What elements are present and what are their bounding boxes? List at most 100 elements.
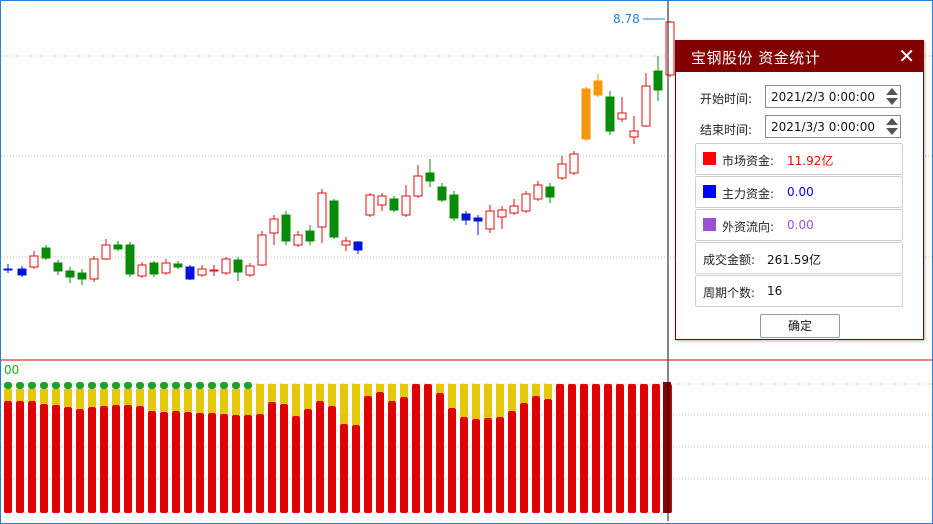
- fund-bar-yellow: [400, 384, 408, 397]
- candle-down: [53, 262, 63, 272]
- candle-up: [521, 193, 531, 212]
- end-time-spinner[interactable]: [885, 117, 899, 136]
- candle-blue: [473, 217, 483, 222]
- market-funds-label: 市场资金:: [722, 154, 775, 168]
- fund-bar-red: [544, 399, 552, 513]
- period-count-label: 周期个数:: [703, 286, 756, 300]
- fund-bar-red: [268, 402, 276, 513]
- fund-bar-red: [112, 405, 120, 513]
- candle-up: [293, 234, 303, 246]
- candle-up: [29, 255, 39, 268]
- foreign-funds-box: 外资流向: 0.00: [695, 209, 903, 241]
- close-icon[interactable]: ✕: [898, 43, 915, 69]
- candle-up: [269, 218, 279, 234]
- fund-bar-yellow: [244, 389, 252, 415]
- fund-bar-green: [172, 382, 180, 389]
- fund-bar-yellow: [460, 384, 468, 417]
- candle-down: [77, 272, 87, 280]
- candle-down: [329, 200, 339, 238]
- fund-bar-yellow: [520, 384, 528, 403]
- fund-bar-green: [232, 382, 240, 389]
- fund-bar-red: [352, 425, 360, 513]
- end-time-field[interactable]: 2021/3/3 0:00:00: [765, 115, 901, 138]
- fund-bar-yellow: [232, 389, 240, 415]
- fund-bar-red: [376, 392, 384, 513]
- candle-up: [617, 112, 627, 120]
- candle-up: [557, 163, 567, 179]
- candle-down: [437, 186, 447, 201]
- fund-bar-yellow: [4, 389, 12, 401]
- fund-bar-green: [88, 382, 96, 389]
- fund-bar-red: [436, 393, 444, 513]
- candle-down: [149, 262, 159, 275]
- candle-down: [305, 230, 315, 242]
- fund-bar-yellow: [352, 384, 360, 425]
- period-count-box: 周期个数: 16: [695, 275, 903, 307]
- dialog-title: 宝钢股份 资金统计: [691, 49, 821, 67]
- candle-orange: [593, 80, 603, 96]
- candle-up: [533, 184, 543, 200]
- start-time-field[interactable]: 2021/2/3 0:00:00: [765, 85, 901, 108]
- foreign-funds-label: 外资流向:: [722, 220, 775, 234]
- fund-bar-yellow: [148, 389, 156, 411]
- fund-bar-green: [4, 382, 12, 389]
- spin-down-icon[interactable]: [886, 128, 898, 135]
- fund-bar-yellow: [40, 389, 48, 404]
- foreign-funds-value: 0.00: [787, 218, 814, 232]
- fund-bar-red: [340, 424, 348, 513]
- candle-up: [413, 175, 423, 197]
- fund-bar-yellow: [136, 389, 144, 406]
- fund-bar-yellow: [160, 389, 168, 412]
- candle-up: [377, 195, 387, 206]
- fund-bar-yellow: [340, 384, 348, 424]
- market-funds-box: 市场资金: 11.92亿: [695, 143, 903, 175]
- main-funds-box: 主力资金: 0.00: [695, 176, 903, 208]
- ok-button[interactable]: 确定: [760, 314, 840, 338]
- fund-bar-yellow: [16, 389, 24, 401]
- fund-bar-green: [160, 382, 168, 389]
- spin-down-icon[interactable]: [886, 98, 898, 105]
- fund-bar-red: [604, 384, 612, 513]
- fund-bar-red: [616, 384, 624, 513]
- fund-bar-red: [88, 407, 96, 513]
- fund-bar-red: [148, 411, 156, 513]
- fund-bar-red: [448, 408, 456, 513]
- fund-bar-yellow: [448, 384, 456, 408]
- candle-up: [245, 265, 255, 276]
- spin-up-icon[interactable]: [886, 88, 898, 95]
- spin-up-icon[interactable]: [886, 118, 898, 125]
- candle-blue: [353, 241, 363, 251]
- fund-bar-yellow: [52, 389, 60, 405]
- candle-down: [233, 259, 243, 273]
- fund-bar-red: [4, 401, 12, 513]
- candle-down: [605, 96, 615, 132]
- fund-bar-red: [568, 384, 576, 513]
- candle-up: [221, 258, 231, 274]
- fund-bar-green: [52, 382, 60, 389]
- start-time-spinner[interactable]: [885, 87, 899, 106]
- fund-bar-red: [508, 411, 516, 513]
- fund-bar-red: [196, 413, 204, 513]
- candle-up: [665, 21, 675, 76]
- fund-bar-green: [220, 382, 228, 389]
- fund-bar-red: [628, 384, 636, 513]
- candle-orange: [581, 88, 591, 140]
- fund-bar-yellow: [292, 384, 300, 416]
- fund-bar-yellow: [496, 384, 504, 417]
- candle-up: [509, 205, 519, 214]
- fund-bar-red: [100, 406, 108, 513]
- fund-bar-yellow: [112, 389, 120, 405]
- fund-bar-yellow: [484, 384, 492, 418]
- fund-bar-yellow: [76, 389, 84, 409]
- fund-bar-green: [208, 382, 216, 389]
- candle-down: [389, 198, 399, 211]
- end-time-value: 2021/3/3 0:00:00: [771, 120, 875, 134]
- fund-bar-yellow: [280, 384, 288, 404]
- candle-up: [197, 268, 207, 276]
- dialog-header: 宝钢股份 资金统计 ✕: [676, 41, 923, 72]
- fund-bar-red: [136, 406, 144, 513]
- main-funds-label: 主力资金:: [722, 187, 775, 201]
- price-label: 8.78: [613, 12, 640, 26]
- fund-bar-yellow: [268, 384, 276, 402]
- fund-bar-red: [316, 401, 324, 513]
